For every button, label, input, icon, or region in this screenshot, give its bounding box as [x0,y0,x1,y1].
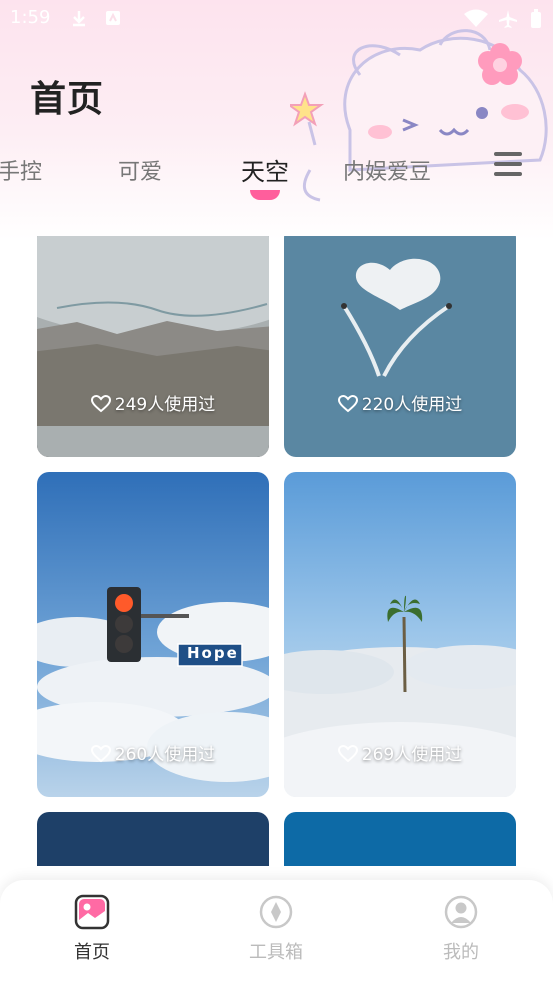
usage-count: 220人使用过 [361,395,463,415]
menu-icon[interactable] [494,152,522,178]
notification-app-icon [104,9,122,32]
usage-label: 249人使用过 [37,390,269,415]
bottom-navigation: 首页 工具箱 我的 [0,880,553,984]
nav-home[interactable]: 首页 [42,894,142,964]
dark-blue-sky-image [37,812,269,866]
wallpaper-grid: 249人使用过 220人使用过 Hope 260人使用过 269人使用过 [0,236,553,866]
usage-count: 249人使用过 [114,395,216,415]
page-title-wrap: 首页 [30,70,105,124]
usage-label: 260人使用过 [37,740,269,765]
tab-neiyu-aidou[interactable]: 内娱爱豆 [343,154,431,186]
aerial-window-image [37,236,269,457]
compass-icon [259,895,293,929]
nav-profile[interactable]: 我的 [411,894,511,964]
page-title: 首页 [30,79,105,120]
heart-icon [337,394,358,413]
heart-icon [90,394,111,413]
usage-count: 260人使用过 [114,745,216,765]
tab-tiankong[interactable]: 天空 [241,152,289,187]
airplane-mode-icon [498,9,518,34]
heart-cloud-image [284,236,516,457]
nav-profile-label: 我的 [443,942,479,963]
nav-home-label: 首页 [74,942,110,963]
status-time: 1:59 [10,7,51,28]
heart-icon [337,744,358,763]
heart-icon [90,744,111,763]
status-bar: 1:59 [0,0,553,36]
image-icon [74,894,110,930]
header: 1:59 首页 手控 可爱 天空 内娱爱豆 [0,0,553,240]
download-icon [70,9,88,32]
user-icon [444,895,478,929]
battery-icon [530,9,542,34]
nav-toolbox-label: 工具箱 [249,942,303,963]
wallpaper-card[interactable]: Hope 260人使用过 [37,472,269,797]
usage-count: 269人使用过 [361,745,463,765]
blue-sky-image [284,812,516,866]
usage-label: 220人使用过 [284,390,516,415]
tab-keai[interactable]: 可爱 [118,154,162,186]
tab-shoukong[interactable]: 手控 [0,154,42,186]
wallpaper-card[interactable]: 249人使用过 [37,236,269,457]
wallpaper-card[interactable] [37,812,269,866]
usage-label: 269人使用过 [284,740,516,765]
wallpaper-card[interactable]: 269人使用过 [284,472,516,797]
hope-sign-text: Hope [187,644,239,662]
wallpaper-card[interactable]: 220人使用过 [284,236,516,457]
wallpaper-card[interactable] [284,812,516,866]
nav-toolbox[interactable]: 工具箱 [226,894,326,964]
wifi-icon [464,9,488,32]
